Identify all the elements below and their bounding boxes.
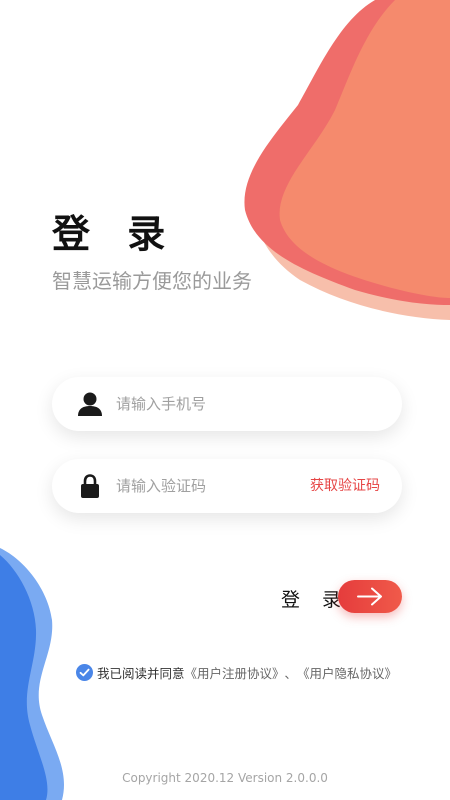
code-input[interactable] xyxy=(116,459,306,513)
blue-blob-light xyxy=(0,548,64,800)
coral-blob-front xyxy=(244,0,450,305)
code-field: 获取验证码 xyxy=(52,459,402,513)
phone-field xyxy=(52,377,402,431)
page-title: 登 录 xyxy=(52,212,178,256)
user-icon xyxy=(76,391,104,417)
page-subtitle: 智慧运输方便您的业务 xyxy=(52,269,252,293)
privacy-agreement-link[interactable]: 《用户隐私协议》 xyxy=(297,663,397,682)
agreement-checkbox[interactable] xyxy=(76,663,93,681)
agreement-prefix: 我已阅读并同意 xyxy=(97,665,185,681)
agreement-separator: 、 xyxy=(284,665,298,681)
user-agreement-link[interactable]: 《用户注册协议》 xyxy=(185,663,285,682)
coral-blob-back xyxy=(255,4,450,321)
phone-input[interactable] xyxy=(116,377,306,431)
get-code-button[interactable]: 获取验证码 xyxy=(310,459,380,513)
coral-blob-highlight xyxy=(279,0,450,298)
login-button[interactable] xyxy=(338,580,402,613)
lock-icon xyxy=(76,473,104,499)
login-screen: 登 录 智慧运输方便您的业务 获取验证码 登 录 xyxy=(0,0,450,800)
arrow-right-icon xyxy=(357,587,382,606)
copyright-text: Copyright 2020.12 Version 2.0.0.0 xyxy=(122,771,328,785)
blue-blob-dark xyxy=(0,555,48,800)
agreement-row: 我已阅读并同意 《用户注册协议》 、 《用户隐私协议》 xyxy=(76,662,397,682)
check-icon xyxy=(79,668,90,676)
